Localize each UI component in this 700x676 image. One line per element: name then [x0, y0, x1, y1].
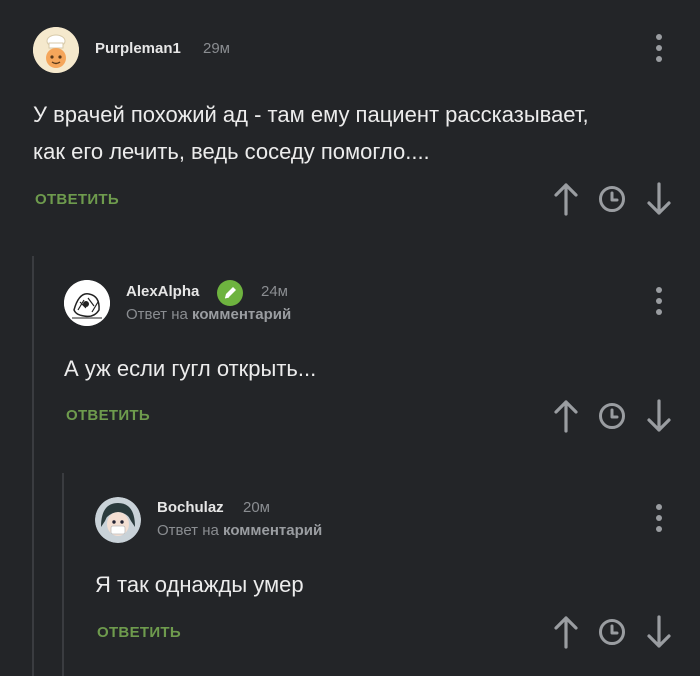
- comment-bochulaz: Bochulaz 20м Ответ на комментарий Я так …: [0, 0, 700, 676]
- comment-time: 20м: [243, 499, 270, 516]
- arrow-down-icon[interactable]: [646, 615, 672, 649]
- reply-to-info: Ответ на комментарий: [157, 522, 322, 539]
- author-name[interactable]: Bochulaz: [157, 499, 224, 516]
- more-vertical-icon[interactable]: [652, 504, 666, 534]
- reply-to-prefix: Ответ на: [157, 522, 219, 539]
- reply-to-link[interactable]: комментарий: [223, 522, 322, 539]
- comment-text: Я так однажды умер: [95, 572, 304, 597]
- arrow-up-icon[interactable]: [553, 615, 579, 649]
- avatar[interactable]: [95, 497, 141, 543]
- clock-icon[interactable]: [598, 618, 626, 646]
- reply-button[interactable]: ОТВЕТИТЬ: [97, 624, 181, 641]
